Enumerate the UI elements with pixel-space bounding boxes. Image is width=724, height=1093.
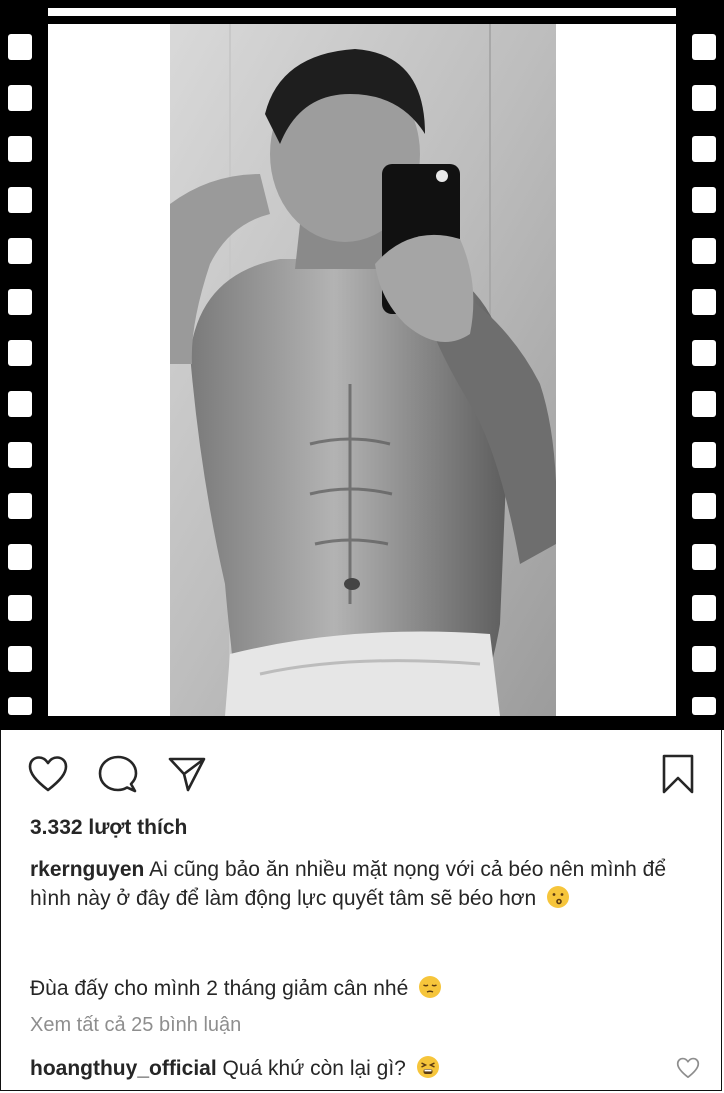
- comment-username[interactable]: hoangthuy_official: [30, 1057, 217, 1080]
- film-hole: [8, 493, 32, 519]
- film-strip-top-line: [8, 8, 716, 16]
- photo-image: [170, 24, 556, 716]
- film-hole: [8, 340, 32, 366]
- film-hole: [692, 493, 716, 519]
- comment-text: Quá khứ còn lại gì?: [222, 1057, 406, 1080]
- film-strip-right: [676, 0, 724, 730]
- film-strip-bottom: [0, 716, 724, 730]
- view-all-comments-link[interactable]: Xem tất cả 25 bình luận: [30, 1014, 241, 1037]
- pensive-face-emoji: [419, 976, 442, 998]
- film-strip-left: [0, 0, 48, 730]
- film-hole: [692, 340, 716, 366]
- film-hole: [692, 595, 716, 621]
- post-photo[interactable]: [170, 24, 556, 716]
- film-strip-top: [0, 0, 724, 24]
- bookmark-icon: [662, 754, 694, 794]
- post-photo-container: [0, 0, 724, 730]
- film-hole: [8, 187, 32, 213]
- film-hole: [8, 697, 32, 715]
- comment-button[interactable]: [96, 752, 140, 796]
- film-hole: [692, 391, 716, 417]
- film-hole: [692, 85, 716, 111]
- comment-icon: [98, 755, 138, 793]
- film-hole: [692, 136, 716, 162]
- heart-icon: [28, 756, 68, 792]
- film-hole: [8, 289, 32, 315]
- film-hole: [692, 289, 716, 315]
- film-hole: [692, 187, 716, 213]
- film-hole: [692, 544, 716, 570]
- film-hole: [8, 442, 32, 468]
- film-hole: [8, 85, 32, 111]
- comment-like-button[interactable]: [676, 1057, 700, 1081]
- film-hole: [8, 136, 32, 162]
- film-hole: [8, 646, 32, 672]
- film-hole: [692, 238, 716, 264]
- film-hole: [8, 391, 32, 417]
- film-hole: [692, 34, 716, 60]
- film-hole: [8, 238, 32, 264]
- heart-icon: [676, 1057, 700, 1078]
- post-caption: rkernguyen Ai cũng bảo ăn nhiều mặt nọng…: [30, 855, 696, 913]
- film-hole: [8, 34, 32, 60]
- film-hole: [692, 697, 716, 715]
- share-button[interactable]: [165, 752, 209, 796]
- share-icon: [168, 757, 206, 792]
- film-hole: [692, 646, 716, 672]
- comment-row: hoangthuy_official Quá khứ còn lại gì?: [30, 1054, 670, 1083]
- film-hole: [8, 544, 32, 570]
- likes-count[interactable]: 3.332 lượt thích: [30, 816, 187, 840]
- film-hole: [8, 595, 32, 621]
- caption-text-2: Đùa đấy cho mình 2 tháng giảm cân nhé: [30, 977, 409, 1000]
- post-caption-second-paragraph: Đùa đấy cho mình 2 tháng giảm cân nhé: [30, 974, 696, 1003]
- film-hole: [692, 442, 716, 468]
- caption-author[interactable]: rkernguyen: [30, 858, 144, 881]
- action-bar: [0, 752, 724, 800]
- kissing-face-emoji: [547, 886, 570, 908]
- tired-face-emoji: [416, 1056, 439, 1078]
- save-button[interactable]: [656, 752, 700, 796]
- like-button[interactable]: [26, 752, 70, 796]
